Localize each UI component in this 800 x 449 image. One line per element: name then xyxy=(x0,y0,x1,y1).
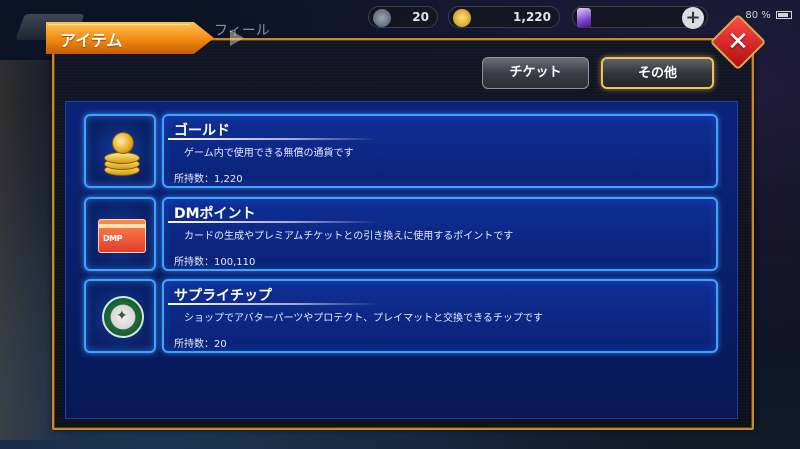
item-name: DMポイント xyxy=(174,206,256,222)
gold-coins-icon xyxy=(104,130,140,176)
list-item-gold[interactable]: ゴールド ゲーム内で使用できる無償の通貨です 所持数：1,220 xyxy=(84,114,718,188)
item-description: ゲーム内で使用できる無償の通貨です xyxy=(184,148,354,159)
gold-icon xyxy=(453,9,471,27)
resource-1-value: 20 xyxy=(412,10,429,24)
tab-other[interactable]: その他 xyxy=(601,57,714,89)
dialog-title-tab: アイテム xyxy=(46,22,244,54)
crystal-icon xyxy=(577,8,591,28)
gem-icon xyxy=(373,9,391,27)
item-description: カードの生成やプレミアムチケットとの引き換えに使用するポイントです xyxy=(184,231,514,242)
item-name-underline xyxy=(168,303,378,305)
item-count: 所持数：1,220 xyxy=(174,174,243,185)
dmp-card-icon: DMP xyxy=(98,219,146,253)
item-info: DMポイント カードの生成やプレミアムチケットとの引き換えに使用するポイントです… xyxy=(162,197,718,271)
resource-counter-gold: 1,220 xyxy=(448,6,560,28)
item-info: ゴールド ゲーム内で使用できる無償の通貨です 所持数：1,220 xyxy=(162,114,718,188)
dmp-card-text: DMP xyxy=(103,234,122,243)
item-info: サプライチップ ショップでアバターパーツやプロテクト、プレイマットと交換できるチ… xyxy=(162,279,718,353)
supply-chip-icon: ✦ xyxy=(102,296,144,338)
item-name: ゴールド xyxy=(174,123,230,139)
battery-icon xyxy=(776,11,792,19)
item-list: ゴールド ゲーム内で使用できる無償の通貨です 所持数：1,220 DMP DMポ… xyxy=(65,101,738,419)
battery-text: 80 % xyxy=(745,10,771,21)
item-name-underline xyxy=(168,138,378,140)
list-item-supply-chip[interactable]: ✦ サプライチップ ショップでアバターパーツやプロテクト、プレイマットと交換でき… xyxy=(84,279,718,353)
item-icon-frame: ✦ xyxy=(84,279,156,353)
resource-2-value: 1,220 xyxy=(513,10,551,24)
item-count: 所持数：100,110 xyxy=(174,257,256,268)
tab-ticket[interactable]: チケット xyxy=(482,57,589,89)
item-name-underline xyxy=(168,221,378,223)
close-button[interactable]: ✕ xyxy=(718,22,758,62)
item-icon-frame: DMP xyxy=(84,197,156,271)
add-currency-button[interactable]: + xyxy=(682,7,704,29)
item-name: サプライチップ xyxy=(174,288,272,304)
dialog-title: アイテム xyxy=(60,31,123,50)
list-item-dm-point[interactable]: DMP DMポイント カードの生成やプレミアムチケットとの引き換えに使用するポイ… xyxy=(84,197,718,271)
item-icon-frame xyxy=(84,114,156,188)
battery-indicator: 80 % xyxy=(745,10,792,21)
resource-counter-1: 20 xyxy=(368,6,438,28)
item-count: 所持数：20 xyxy=(174,339,227,350)
item-description: ショップでアバターパーツやプロテクト、プレイマットと交換できるチップです xyxy=(184,313,543,324)
